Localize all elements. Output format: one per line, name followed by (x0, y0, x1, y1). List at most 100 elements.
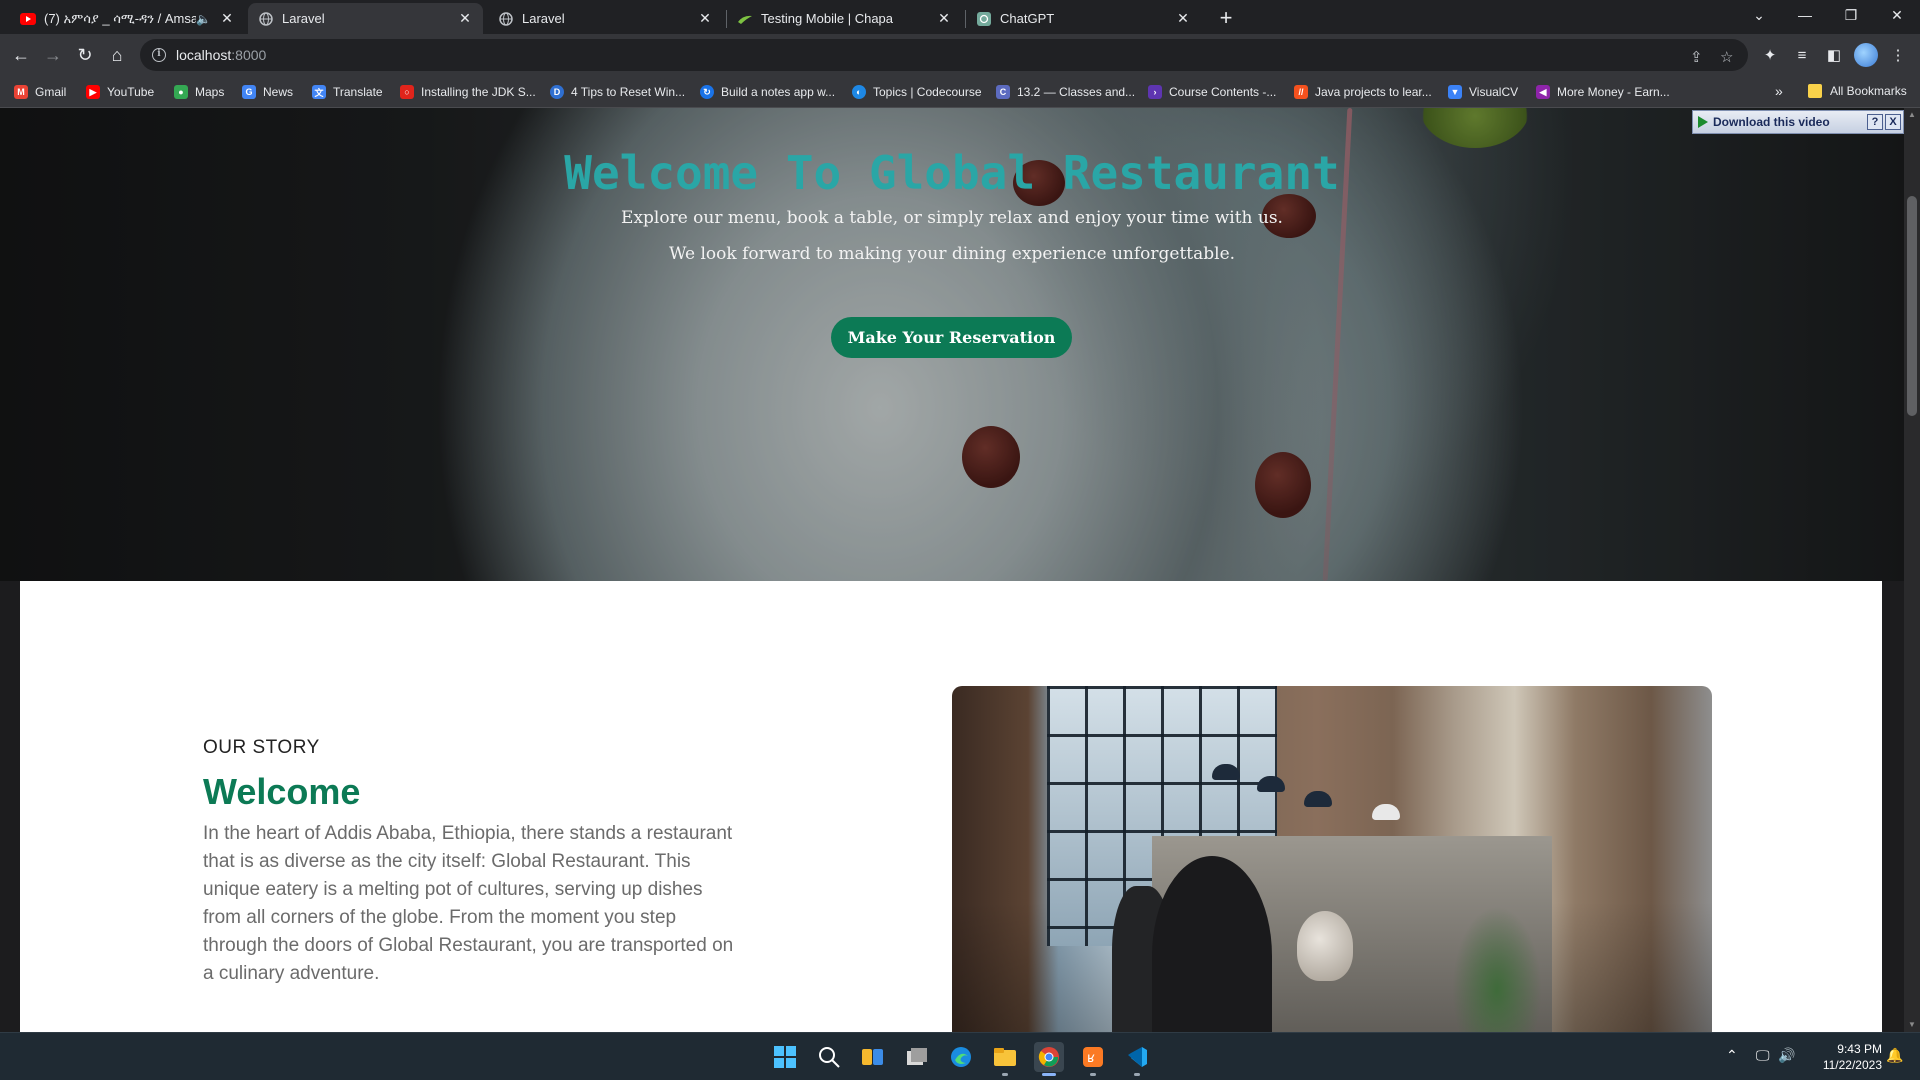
tray-chevron-up-icon[interactable]: ⌃ (1726, 1047, 1738, 1064)
youtube-icon: ▶ (86, 85, 100, 99)
minimize-button[interactable]: — (1782, 0, 1828, 30)
back-arrow-icon[interactable]: ← (6, 40, 36, 70)
new-tab-button[interactable]: + (1212, 6, 1240, 32)
tab-search-chevron-icon[interactable]: ⌄ (1736, 0, 1782, 30)
folder-icon (1808, 84, 1822, 98)
bookmark-jdk[interactable]: ○ Installing the JDK S... (400, 83, 536, 101)
tab-youtube[interactable]: (7) አምሳያ _ ሳሚ-ዳን / Amsaya 🔈 ✕ (10, 3, 245, 34)
tab-title: Laravel (522, 11, 565, 26)
forward-arrow-icon[interactable]: → (38, 40, 68, 70)
page-scrollbar[interactable]: ▲ ▼ (1904, 108, 1920, 1032)
bookmark-star-icon[interactable]: ☆ (1720, 48, 1733, 66)
help-icon[interactable]: ? (1867, 114, 1883, 130)
tab-chapa[interactable]: Testing Mobile | Chapa ✕ (727, 3, 962, 34)
close-icon[interactable]: X (1885, 114, 1901, 130)
refresh-blue-icon: ↻ (700, 85, 714, 99)
vscode-icon[interactable] (1122, 1042, 1152, 1076)
close-icon[interactable]: ✕ (1175, 10, 1191, 27)
scroll-down-arrow-icon[interactable]: ▼ (1904, 1018, 1920, 1032)
task-view-icon[interactable] (902, 1042, 932, 1072)
speaker-icon[interactable]: 🔈 (196, 12, 211, 26)
make-reservation-button[interactable]: Make Your Reservation (831, 317, 1072, 358)
page-viewport: Welcome To Global Restaurant Explore our… (0, 108, 1904, 1032)
close-icon[interactable]: ✕ (936, 10, 952, 27)
tab-laravel-active[interactable]: Laravel ✕ (248, 3, 483, 34)
address-bar[interactable]: i localhost:8000 ⇪ ☆ (140, 39, 1748, 71)
hero-subtitle-line1: Explore our menu, book a table, or simpl… (621, 208, 1283, 228)
bookmark-reset-win[interactable]: D4 Tips to Reset Win... (550, 83, 685, 101)
tab-chatgpt[interactable]: ChatGPT ✕ (966, 3, 1201, 34)
play-icon (1698, 116, 1708, 128)
story-kicker: OUR STORY (203, 737, 320, 758)
search-icon[interactable] (814, 1042, 844, 1072)
close-icon[interactable]: ✕ (697, 10, 713, 27)
browser-toolbar: ← → ↻ ⌂ i localhost:8000 ⇪ ☆ ✦ ≡ ◧ ⋮ (0, 34, 1920, 76)
bookmark-course-contents[interactable]: › Course Contents -... (1148, 83, 1276, 101)
hero-title: Welcome To Global Restaurant (564, 146, 1340, 200)
codecourse-icon: ◐ (852, 85, 866, 99)
chrome-icon[interactable] (1034, 1042, 1064, 1076)
media-controls-icon[interactable]: ≡ (1788, 41, 1816, 69)
svg-text:ʁ: ʁ (1087, 1051, 1095, 1066)
edge-browser-icon[interactable] (946, 1042, 976, 1072)
windows-taskbar: ʁ ⌃ 🖵 🔊 9:43 PM 11/22/2023 🔔 (0, 1032, 1920, 1080)
chatgpt-icon (976, 11, 992, 27)
share-icon[interactable]: ⇪ (1690, 48, 1703, 66)
bookmark-notes-app[interactable]: ↻ Build a notes app w... (700, 83, 835, 101)
bookmark-gmail[interactable]: M Gmail (14, 83, 66, 101)
story-title: Welcome (203, 771, 361, 812)
windows-start-icon[interactable] (770, 1042, 800, 1072)
bookmark-news[interactable]: G News (242, 83, 293, 101)
youtube-icon (20, 11, 36, 27)
bookmark-java-projects[interactable]: //Java projects to lear... (1294, 83, 1432, 101)
tab-laravel[interactable]: Laravel ✕ (488, 3, 723, 34)
download-video-label[interactable]: Download this video (1713, 115, 1830, 129)
oracle-icon: ○ (400, 85, 414, 99)
system-clock[interactable]: 9:43 PM 11/22/2023 (1808, 1041, 1882, 1073)
bookmark-translate[interactable]: 文 Translate (312, 83, 383, 101)
close-icon[interactable]: ✕ (219, 10, 235, 27)
bookmarks-bar: M Gmail ▶ YouTube ● Maps G News 文 Translate ○… (0, 76, 1920, 108)
bookmark-youtube[interactable]: ▶ YouTube (86, 83, 154, 101)
xampp-icon[interactable]: ʁ (1078, 1042, 1108, 1076)
file-explorer-icon[interactable] (990, 1042, 1020, 1076)
scroll-up-arrow-icon[interactable]: ▲ (1904, 108, 1920, 122)
reload-icon[interactable]: ↻ (70, 40, 100, 70)
network-icon[interactable]: 🖵 (1756, 1047, 1770, 1064)
url-text: localhost:8000 (176, 47, 267, 63)
menu-kebab-icon[interactable]: ⋮ (1884, 41, 1912, 69)
moremoney-icon: ◀ (1536, 85, 1550, 99)
site-info-icon[interactable]: i (152, 48, 166, 62)
restaurant-interior-image (952, 686, 1712, 1032)
hero-subtitle-line2: We look forward to making your dining ex… (668, 244, 1236, 264)
home-icon[interactable]: ⌂ (102, 40, 132, 70)
side-panel-icon[interactable]: ◧ (1820, 41, 1848, 69)
tab-title: Laravel (282, 11, 325, 26)
story-body: In the heart of Addis Ababa, Ethiopia, t… (203, 823, 734, 984)
restore-button[interactable]: ❐ (1828, 0, 1874, 30)
visualcv-icon: ▼ (1448, 85, 1462, 99)
bookmark-cpp-classes[interactable]: C 13.2 — Classes and... (996, 83, 1135, 101)
bookmarks-overflow-chevron-icon[interactable]: » (1775, 83, 1783, 99)
volume-icon[interactable]: 🔊 (1778, 1047, 1795, 1064)
tab-strip: (7) አምሳያ _ ሳሚ-ዳን / Amsaya 🔈 ✕ Laravel ✕ … (0, 0, 1920, 34)
profile-avatar[interactable] (1854, 43, 1878, 67)
widgets-icon[interactable] (858, 1042, 888, 1072)
gmail-icon: M (14, 85, 28, 99)
cpp-icon: C (996, 85, 1010, 99)
bookmark-more-money[interactable]: ◀ More Money - Earn... (1536, 83, 1670, 101)
slash-icon: // (1294, 85, 1308, 99)
download-video-bar[interactable]: Download this video ? X (1692, 110, 1904, 134)
extensions-puzzle-icon[interactable]: ✦ (1756, 41, 1784, 69)
bookmark-visualcv[interactable]: ▼ VisualCV (1448, 83, 1518, 101)
bookmark-maps[interactable]: ● Maps (174, 83, 224, 101)
notification-bell-icon[interactable]: 🔔 (1886, 1047, 1903, 1064)
all-bookmarks-button[interactable]: All Bookmarks (1830, 84, 1907, 98)
chapa-icon (737, 11, 753, 27)
close-window-button[interactable]: ✕ (1874, 0, 1920, 30)
scrollbar-thumb[interactable] (1907, 196, 1917, 416)
terminal-icon: › (1148, 85, 1162, 99)
close-icon[interactable]: ✕ (457, 10, 473, 27)
bookmark-codecourse[interactable]: ◐ Topics | Codecourse (852, 83, 982, 101)
hero-section: Welcome To Global Restaurant Explore our… (0, 108, 1904, 581)
